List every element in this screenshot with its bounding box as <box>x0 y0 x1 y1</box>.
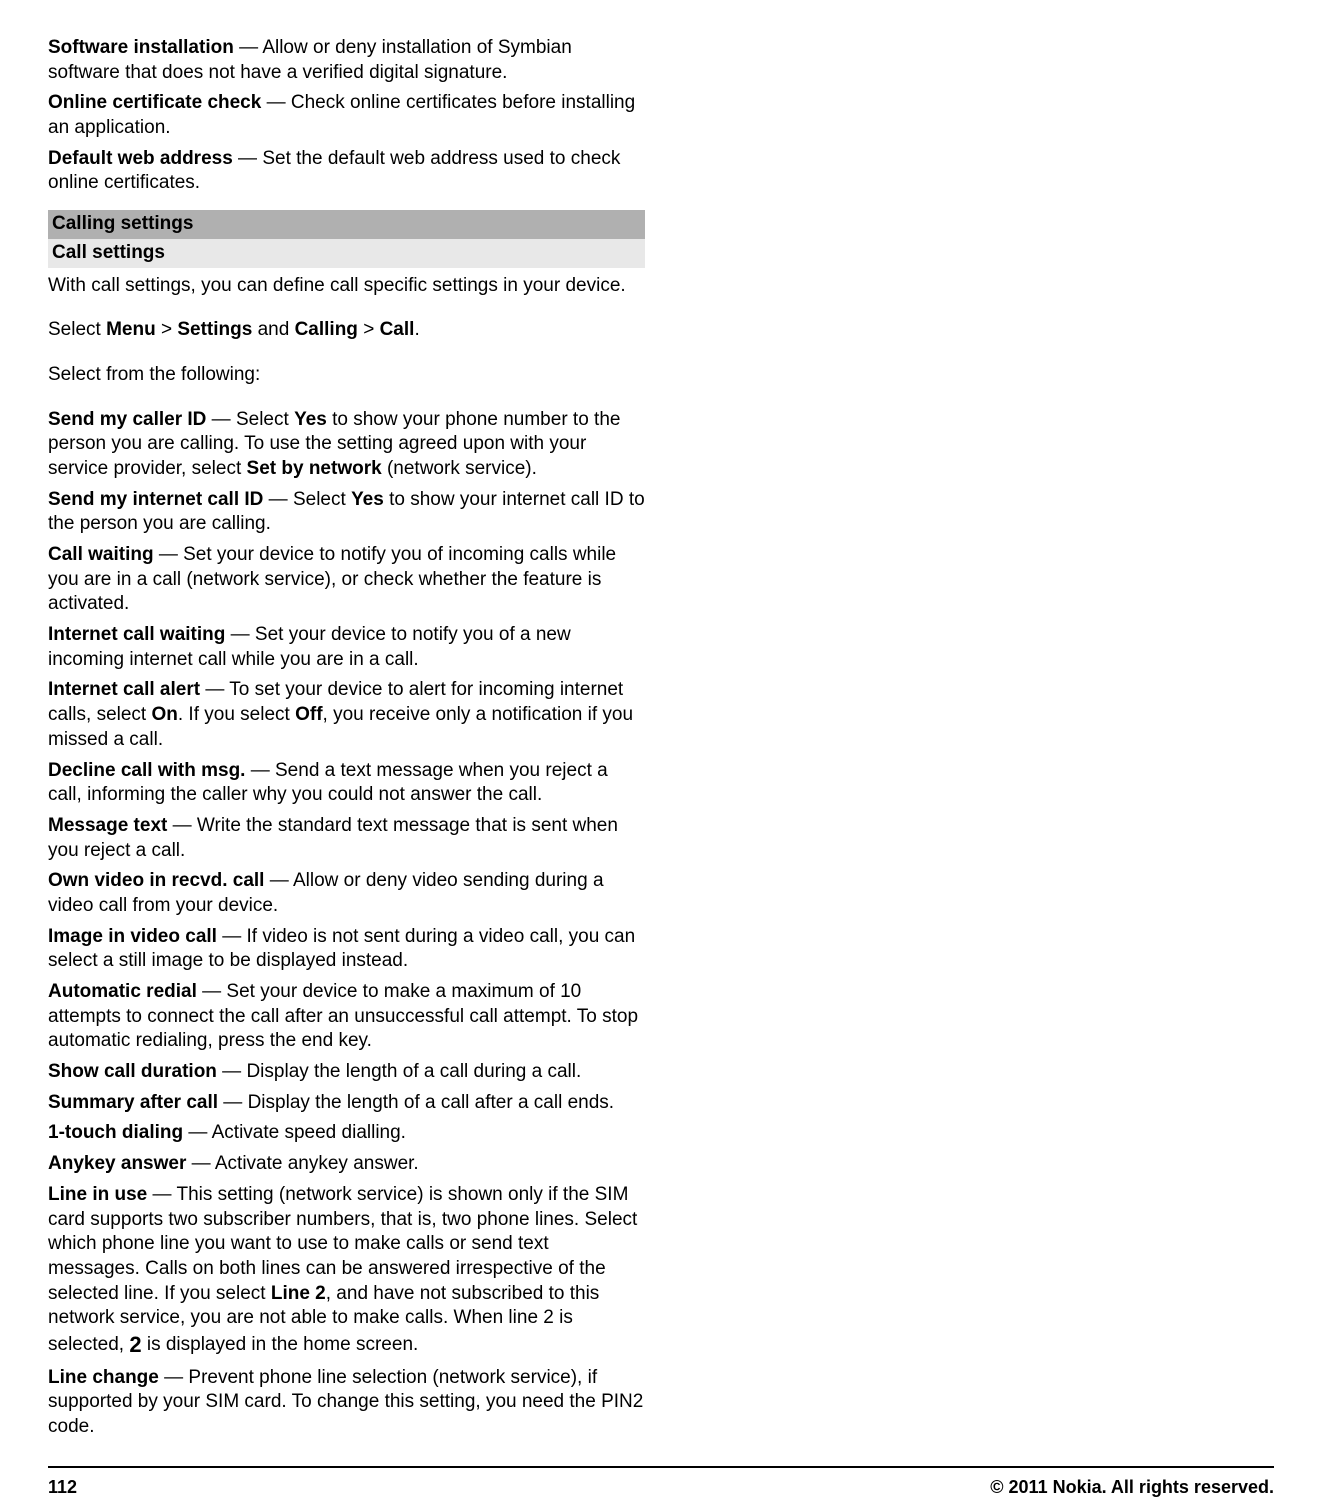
and: and <box>252 319 294 340</box>
settings-label: Settings <box>177 319 252 340</box>
spacer <box>48 349 645 363</box>
title: Send my caller ID <box>48 409 206 430</box>
title: Anykey answer <box>48 1153 186 1174</box>
para-decline-msg: Decline call with msg. — Send a text mes… <box>48 759 645 808</box>
title: Online certificate check <box>48 92 261 113</box>
text: Select <box>48 319 106 340</box>
off-label: Off <box>295 704 322 725</box>
para-line-in-use: Line in use — This setting (network serv… <box>48 1183 645 1360</box>
title: Send my internet call ID <box>48 489 263 510</box>
page-content: Software installation — Allow or deny in… <box>48 36 1274 1446</box>
para-call-waiting: Call waiting — Set your device to notify… <box>48 543 645 617</box>
title: Own video in recvd. call <box>48 870 264 891</box>
call-label: Call <box>380 319 415 340</box>
title: Internet call waiting <box>48 624 225 645</box>
body: — Display the length of a call after a c… <box>218 1092 614 1113</box>
para-call-settings-intro: With call settings, you can define call … <box>48 274 645 299</box>
para-own-video: Own video in recvd. call — Allow or deny… <box>48 869 645 918</box>
text: is displayed in the home screen. <box>142 1334 419 1355</box>
title: Internet call alert <box>48 679 200 700</box>
para-default-web: Default web address — Set the default we… <box>48 147 645 196</box>
para-internet-call-alert: Internet call alert — To set your device… <box>48 678 645 752</box>
text: — Select <box>206 409 294 430</box>
para-send-internet-id: Send my internet call ID — Select Yes to… <box>48 488 645 537</box>
para-auto-redial: Automatic redial — Set your device to ma… <box>48 980 645 1054</box>
text: (network service). <box>382 458 537 479</box>
para-show-duration: Show call duration — Display the length … <box>48 1060 645 1085</box>
body: — Activate anykey answer. <box>186 1153 418 1174</box>
title: Automatic redial <box>48 981 197 1002</box>
title: Line in use <box>48 1184 147 1205</box>
title: Call waiting <box>48 544 154 565</box>
body: — Display the length of a call during a … <box>217 1061 581 1082</box>
para-message-text: Message text — Write the standard text m… <box>48 814 645 863</box>
sep: > <box>358 319 380 340</box>
para-select-from: Select from the following: <box>48 363 645 388</box>
para-software-installation: Software installation — Allow or deny in… <box>48 36 645 85</box>
line2-label: Line 2 <box>271 1283 326 1304</box>
para-one-touch: 1-touch dialing — Activate speed diallin… <box>48 1121 645 1146</box>
para-line-change: Line change — Prevent phone line selecti… <box>48 1366 645 1440</box>
title: Decline call with msg. <box>48 760 245 781</box>
heading-calling-settings: Calling settings <box>48 210 645 239</box>
para-summary-after: Summary after call — Display the length … <box>48 1091 645 1116</box>
page-number: 112 <box>48 1476 77 1499</box>
body: — Activate speed dialling. <box>183 1122 406 1143</box>
page-footer: 112 © 2011 Nokia. All rights reserved. <box>48 1466 1274 1499</box>
menu-label: Menu <box>106 319 156 340</box>
text: . If you select <box>178 704 295 725</box>
title: 1-touch dialing <box>48 1122 183 1143</box>
para-image-video: Image in video call — If video is not se… <box>48 925 645 974</box>
line-2-icon: 2 <box>129 1331 141 1360</box>
calling-label: Calling <box>295 319 358 340</box>
copyright-text: © 2011 Nokia. All rights reserved. <box>990 1476 1274 1499</box>
yes-label: Yes <box>294 409 327 430</box>
title: Show call duration <box>48 1061 217 1082</box>
subheading-call-settings: Call settings <box>48 239 645 268</box>
sep: > <box>156 319 178 340</box>
para-internet-call-waiting: Internet call waiting — Set your device … <box>48 623 645 672</box>
spacer <box>48 304 645 318</box>
title: Summary after call <box>48 1092 218 1113</box>
title: Line change <box>48 1367 159 1388</box>
para-anykey: Anykey answer — Activate anykey answer. <box>48 1152 645 1177</box>
spacer <box>48 394 645 408</box>
title: Software installation <box>48 37 234 58</box>
set-by-network-label: Set by network <box>247 458 382 479</box>
para-online-cert: Online certificate check — Check online … <box>48 91 645 140</box>
text: — Select <box>263 489 351 510</box>
title: Image in video call <box>48 926 217 947</box>
yes-label: Yes <box>351 489 384 510</box>
end: . <box>414 319 419 340</box>
title: Default web address <box>48 148 233 169</box>
para-select-path: Select Menu > Settings and Calling > Cal… <box>48 318 645 343</box>
on-label: On <box>151 704 177 725</box>
title: Message text <box>48 815 167 836</box>
para-send-caller-id: Send my caller ID — Select Yes to show y… <box>48 408 645 482</box>
